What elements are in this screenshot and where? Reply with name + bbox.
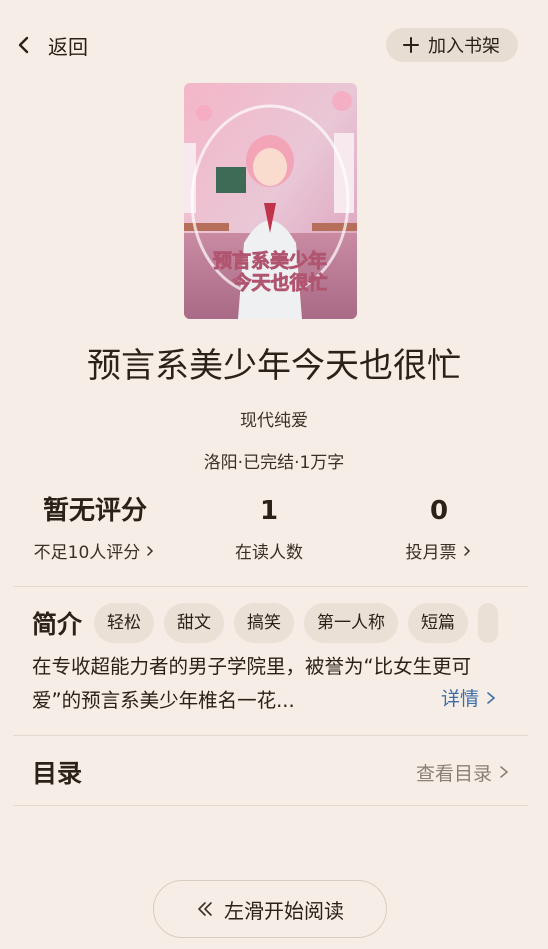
divider [13, 586, 528, 587]
monthly-ticket-label: 投月票 [405, 543, 457, 563]
intro-header: 简介 轻松 甜文 搞笑 第一人称 短篇 [32, 602, 548, 644]
tag-chip[interactable]: 甜文 [164, 603, 225, 643]
readers-value: 1 [259, 496, 279, 526]
stats-row: 暂无评分 不足10人评分 1 在读人数 0 投月票 [0, 490, 548, 570]
tag-chip[interactable]: 短篇 [408, 603, 469, 643]
intro-more-button[interactable]: 详情 [441, 684, 497, 711]
intro-label: 简介 [32, 610, 83, 639]
book-genre[interactable]: 现代纯爱 [0, 406, 548, 431]
plus-icon [403, 37, 419, 53]
start-reading-label: 左滑开始阅读 [224, 898, 344, 923]
double-chevron-left-icon [198, 902, 212, 916]
tag-chip[interactable]: 第一人称 [304, 603, 399, 643]
top-bar: 返回 加入书架 [0, 0, 548, 90]
add-to-shelf-button[interactable]: 加入书架 [386, 28, 518, 62]
cover-illustration: 预言系美少年 今天也很忙 [184, 83, 357, 319]
chevron-right-icon [500, 766, 509, 778]
tag-chip[interactable]: 搞笑 [234, 603, 295, 643]
tag-chip[interactable]: 轻松 [94, 603, 155, 643]
rating-stat[interactable]: 暂无评分 不足10人评分 [4, 490, 186, 563]
cover-title-line2: 今天也很忙 [231, 271, 327, 294]
monthly-ticket-value: 0 [429, 496, 449, 526]
divider [13, 735, 528, 736]
chevron-right-icon [463, 545, 470, 556]
toc-row[interactable]: 目录 查看目录 [32, 750, 510, 794]
chevron-right-icon [487, 691, 496, 704]
add-to-shelf-label: 加入书架 [428, 36, 500, 57]
more-label: 详情 [441, 688, 480, 710]
rating-value: 暂无评分 [42, 496, 147, 526]
book-title: 预言系美少年今天也很忙 [87, 346, 461, 386]
back-label: 返回 [48, 34, 88, 59]
chevron-left-icon [18, 36, 29, 54]
divider [13, 805, 528, 806]
book-cover[interactable]: 预言系美少年 今天也很忙 [184, 83, 357, 319]
rating-label: 不足10人评分 [33, 543, 141, 563]
toc-title: 目录 [32, 759, 83, 788]
view-toc-link[interactable]: 查看目录 [416, 759, 510, 786]
tag-chip-partial[interactable] [478, 603, 499, 643]
readers-label: 在读人数 [235, 543, 303, 563]
monthly-ticket-stat[interactable]: 0 投月票 [348, 490, 530, 563]
view-toc-label: 查看目录 [415, 762, 492, 785]
start-reading-button[interactable]: 左滑开始阅读 [153, 880, 387, 938]
back-button[interactable]: 返回 [14, 28, 88, 62]
readers-stat: 1 在读人数 [178, 490, 360, 563]
chevron-right-icon [147, 545, 154, 556]
cover-title-line1: 预言系美少年 [213, 249, 327, 272]
intro-description[interactable]: 在专收超能力者的男子学院里，被誉为“比女生更可爱”的预言系美少年椎名一花... [32, 650, 507, 718]
book-meta: 洛阳·已完结·1万字 [203, 453, 345, 473]
